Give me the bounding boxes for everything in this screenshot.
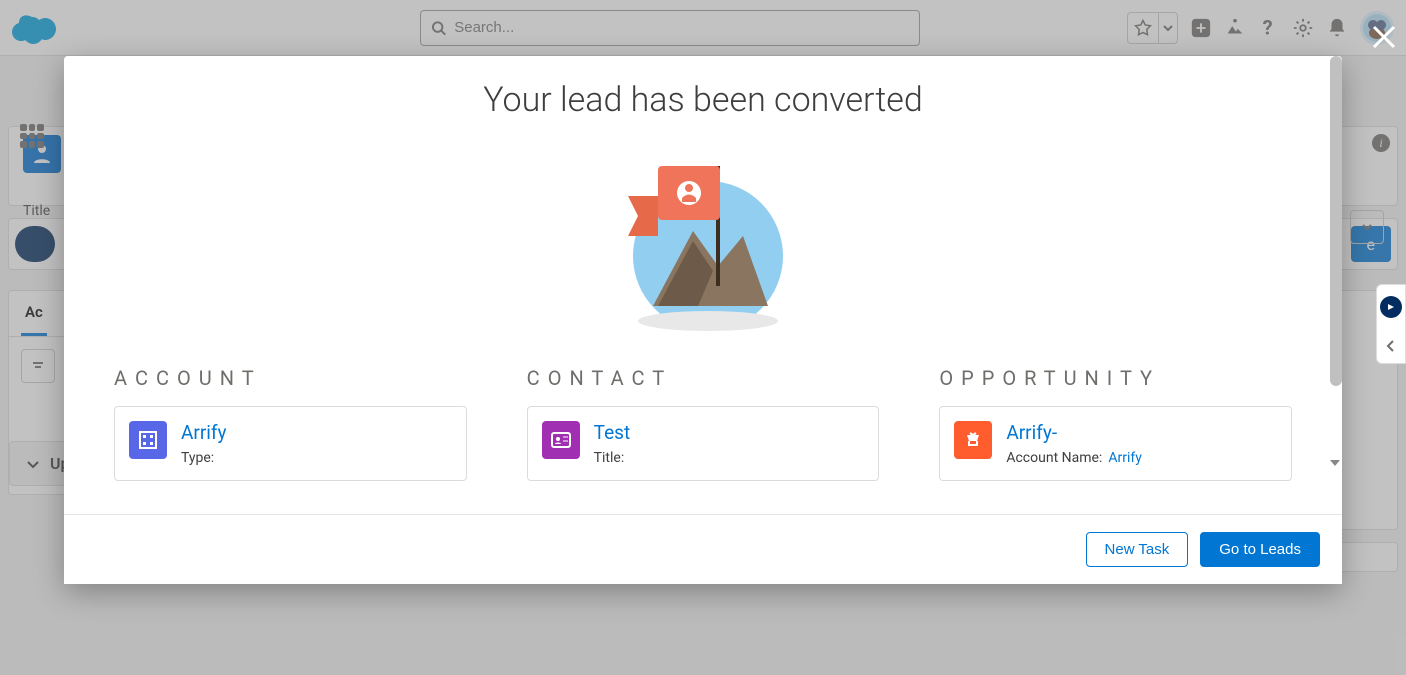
account-type-label: Type: <box>181 450 214 466</box>
account-icon <box>129 421 167 459</box>
opportunity-name-link[interactable]: Arrify- <box>1006 421 1277 444</box>
go-to-leads-button[interactable]: Go to Leads <box>1200 532 1320 567</box>
guidance-icon <box>1380 296 1402 318</box>
account-heading: ACCOUNT <box>114 366 467 390</box>
modal-footer: New Task Go to Leads <box>64 514 1342 584</box>
contact-column: CONTACT Test Title: <box>527 366 880 481</box>
chevron-left-icon <box>1384 339 1398 353</box>
account-name-link[interactable]: Arrify <box>181 421 452 444</box>
contact-card: Test Title: <box>527 406 880 481</box>
contact-name-link[interactable]: Test <box>594 421 865 444</box>
opportunity-icon <box>954 421 992 459</box>
lead-converted-modal: Your lead has been converted ACCOUNT <box>64 56 1342 584</box>
close-icon <box>1370 23 1398 51</box>
close-button[interactable] <box>1370 20 1398 58</box>
success-illustration <box>114 136 1292 336</box>
opportunity-heading: OPPORTUNITY <box>939 366 1292 390</box>
scroll-down-arrow[interactable] <box>1330 460 1340 466</box>
account-card: Arrify Type: <box>114 406 467 481</box>
account-column: ACCOUNT Arrify Type: <box>114 366 467 481</box>
contact-title-label: Title: <box>594 450 625 466</box>
new-task-button[interactable]: New Task <box>1086 532 1189 567</box>
scrollbar-thumb[interactable] <box>1330 56 1342 386</box>
contact-icon <box>542 421 580 459</box>
contact-heading: CONTACT <box>527 366 880 390</box>
modal-title: Your lead has been converted <box>114 80 1292 120</box>
opportunity-card: Arrify- Account Name: Arrify <box>939 406 1292 481</box>
opportunity-account-label: Account Name: <box>1006 450 1102 466</box>
opportunity-account-link[interactable]: Arrify <box>1108 450 1142 466</box>
utility-sidebar-tab[interactable] <box>1376 284 1406 364</box>
opportunity-column: OPPORTUNITY Arrify- Account Name: Arrify <box>939 366 1292 481</box>
